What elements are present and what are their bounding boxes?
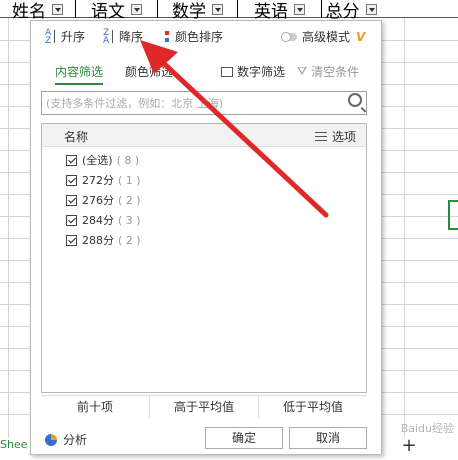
list-item-count: ( 2 ) <box>118 193 141 207</box>
sort-ascending-icon: AZ <box>45 28 59 45</box>
filter-tabs: 内容筛选 颜色筛选 数字筛选 ⛛ 清空条件 <box>31 59 381 85</box>
list-item-count: ( 1 ) <box>118 173 141 187</box>
tab-color-filter[interactable]: 颜色筛选 <box>125 63 173 80</box>
analyze-button[interactable]: 分析 <box>45 431 87 448</box>
column-header-total[interactable]: 总分 <box>322 0 380 22</box>
sort-ascending-label: 升序 <box>61 30 86 44</box>
filter-dropdown-icon[interactable] <box>294 3 305 15</box>
sort-descending-button[interactable]: ZA 降序 <box>103 28 143 45</box>
checkbox[interactable] <box>66 234 77 246</box>
selected-cell-border <box>448 200 458 230</box>
column-header-english[interactable]: 英语 <box>238 0 322 22</box>
above-average-button[interactable]: 高于平均值 <box>150 396 259 418</box>
analyze-label: 分析 <box>63 433 88 447</box>
list-item[interactable]: 284分 ( 3 ) <box>66 212 141 228</box>
number-filter-icon <box>221 66 233 77</box>
search-box <box>41 91 367 115</box>
advanced-mode-toggle[interactable]: 高级模式 V <box>281 28 365 45</box>
cancel-button[interactable]: 取消 <box>289 427 367 449</box>
list-item[interactable]: (全选) ( 8 ) <box>66 152 139 168</box>
number-filter-label: 数字筛选 <box>237 65 286 79</box>
search-input[interactable] <box>42 92 340 114</box>
checkbox[interactable] <box>66 154 77 166</box>
advanced-mode-label: 高级模式 <box>302 30 351 44</box>
sort-descending-label: 降序 <box>119 30 144 44</box>
color-sort-icon <box>163 30 171 44</box>
list-item-label: 272分 <box>82 174 114 187</box>
list-item-count: ( 2 ) <box>118 233 141 247</box>
list-item-count: ( 3 ) <box>118 213 141 227</box>
quick-filter-bar: 前十项 高于平均值 低于平均值 <box>41 395 367 418</box>
sort-descending-icon: ZA <box>103 28 117 45</box>
list-item-label: 288分 <box>82 234 114 247</box>
column-header-name[interactable]: 姓名 <box>0 0 76 22</box>
funnel-icon: ⛛ <box>297 64 308 78</box>
sort-toolbar: AZ 升序 ZA 降序 颜色排序 高级模式 V <box>31 21 381 51</box>
list-header: 名称 选项 <box>42 124 366 147</box>
number-filter-button[interactable]: 数字筛选 <box>221 63 285 80</box>
list-item-label: (全选) <box>82 154 113 167</box>
filter-dropdown-icon[interactable] <box>212 3 223 15</box>
list-item-count: ( 8 ) <box>116 153 140 167</box>
tab-content-filter[interactable]: 内容筛选 <box>55 63 104 85</box>
pie-chart-icon <box>45 433 57 446</box>
checkbox[interactable] <box>66 174 77 186</box>
add-sheet-button[interactable]: + <box>398 436 420 456</box>
list-item[interactable]: 288分 ( 2 ) <box>66 232 141 248</box>
menu-icon <box>314 132 327 141</box>
list-item[interactable]: 272分 ( 1 ) <box>66 172 141 188</box>
color-sort-button[interactable]: 颜色排序 <box>163 28 223 45</box>
list-header-name: 名称 <box>64 130 89 144</box>
list-item[interactable]: 276分 ( 2 ) <box>66 192 141 208</box>
column-header-chinese[interactable]: 语文 <box>76 0 158 22</box>
list-item-label: 284分 <box>82 214 114 227</box>
sheet-tab[interactable]: Shee <box>0 438 28 451</box>
column-header-label: 数学 <box>172 1 206 22</box>
list-options-label: 选项 <box>331 130 356 144</box>
watermark: Baidu经验 <box>400 422 454 435</box>
value-list: 名称 选项 (全选) ( 8 ) 272分 ( 1 ) 276分 ( 2 ) 2… <box>41 123 367 393</box>
ok-button[interactable]: 确定 <box>205 427 283 449</box>
top-ten-button[interactable]: 前十项 <box>41 396 150 418</box>
toggle-switch-icon[interactable] <box>281 31 297 42</box>
column-header-label: 总分 <box>325 1 360 22</box>
filter-panel: AZ 升序 ZA 降序 颜色排序 高级模式 V 内容筛选 颜色筛选 数字筛选 ⛛… <box>30 20 382 455</box>
clear-filter-label: 清空条件 <box>311 65 360 79</box>
column-header-label: 姓名 <box>12 1 46 22</box>
filter-dropdown-icon[interactable] <box>131 3 142 15</box>
panel-footer: 分析 确定 取消 <box>31 423 381 453</box>
checkbox[interactable] <box>66 214 77 226</box>
sort-ascending-button[interactable]: AZ 升序 <box>45 28 85 45</box>
column-header-math[interactable]: 数学 <box>158 0 238 22</box>
clear-filter-button[interactable]: ⛛ 清空条件 <box>297 63 359 80</box>
grid-line <box>8 18 9 438</box>
filter-dropdown-icon[interactable] <box>365 3 377 15</box>
grid-line <box>404 18 405 438</box>
search-icon[interactable] <box>348 93 362 107</box>
list-item-label: 276分 <box>82 194 114 207</box>
filter-dropdown-icon[interactable] <box>52 3 63 15</box>
vip-badge-icon: V <box>356 29 366 44</box>
checkbox[interactable] <box>66 194 77 206</box>
color-sort-label: 颜色排序 <box>175 30 224 44</box>
column-header-label: 语文 <box>91 1 125 22</box>
column-header-label: 英语 <box>254 1 288 22</box>
below-average-button[interactable]: 低于平均值 <box>259 396 367 418</box>
list-options-button[interactable]: 选项 <box>314 128 356 145</box>
